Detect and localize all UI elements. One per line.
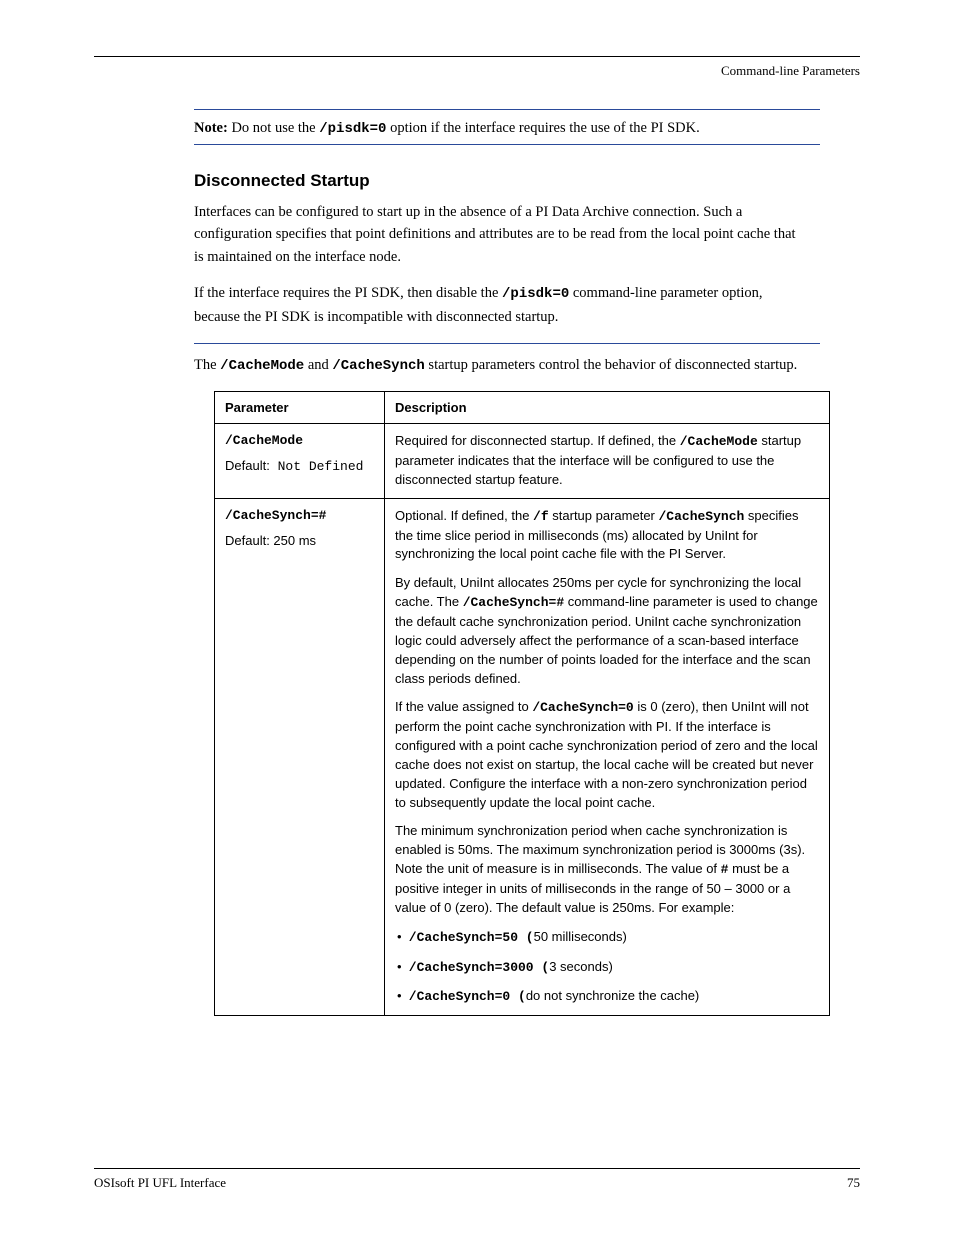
- body-paragraph-1: Interfaces can be configured to start up…: [194, 201, 800, 268]
- footer-left: OSIsoft PI UFL Interface: [94, 1175, 226, 1191]
- note-block: Note: Do not use the /pisdk=0 option if …: [194, 118, 820, 140]
- table-desc: Optional. If defined, the /f startup par…: [395, 507, 819, 565]
- note-text-1: Do not use the: [228, 120, 319, 136]
- param-cachemode: /CacheMode: [225, 433, 303, 448]
- table-header-description: Description: [385, 392, 830, 424]
- bullet-item: • /CacheSynch=50 (50 milliseconds): [409, 928, 819, 948]
- note-label: Note:: [194, 120, 228, 136]
- bullet-item: • /CacheSynch=0 (do not synchronize the …: [409, 987, 819, 1007]
- param-cachesynch: /CacheSynch=#: [225, 508, 326, 523]
- footer-page-number: 75: [847, 1175, 860, 1191]
- table-row: /CacheSynch=# Default: 250 ms Optional. …: [215, 498, 830, 1015]
- table-desc: Required for disconnected startup. If de…: [395, 432, 819, 490]
- heading-disconnected-startup: Disconnected Startup: [194, 171, 860, 191]
- page-footer: OSIsoft PI UFL Interface 75: [94, 1168, 860, 1191]
- table-header-parameter: Parameter: [215, 392, 385, 424]
- table-row: /CacheMode Default: Not Defined Required…: [215, 424, 830, 499]
- parameters-table: Parameter Description /CacheMode Default…: [214, 391, 830, 1016]
- table-desc: The minimum synchronization period when …: [395, 822, 819, 917]
- table-desc: By default, UniInt allocates 250ms per c…: [395, 574, 819, 688]
- table-desc: If the value assigned to /CacheSynch=0 i…: [395, 698, 819, 812]
- body-paragraph-2: If the interface requires the PI SDK, th…: [194, 282, 800, 328]
- body-paragraph-3: The /CacheMode and /CacheSynch startup p…: [194, 354, 800, 378]
- bullet-item: • /CacheSynch=3000 (3 seconds): [409, 958, 819, 978]
- note-text-2: option if the interface requires the use…: [386, 120, 699, 136]
- note-code: /pisdk=0: [319, 121, 386, 137]
- running-header: Command-line Parameters: [94, 63, 860, 79]
